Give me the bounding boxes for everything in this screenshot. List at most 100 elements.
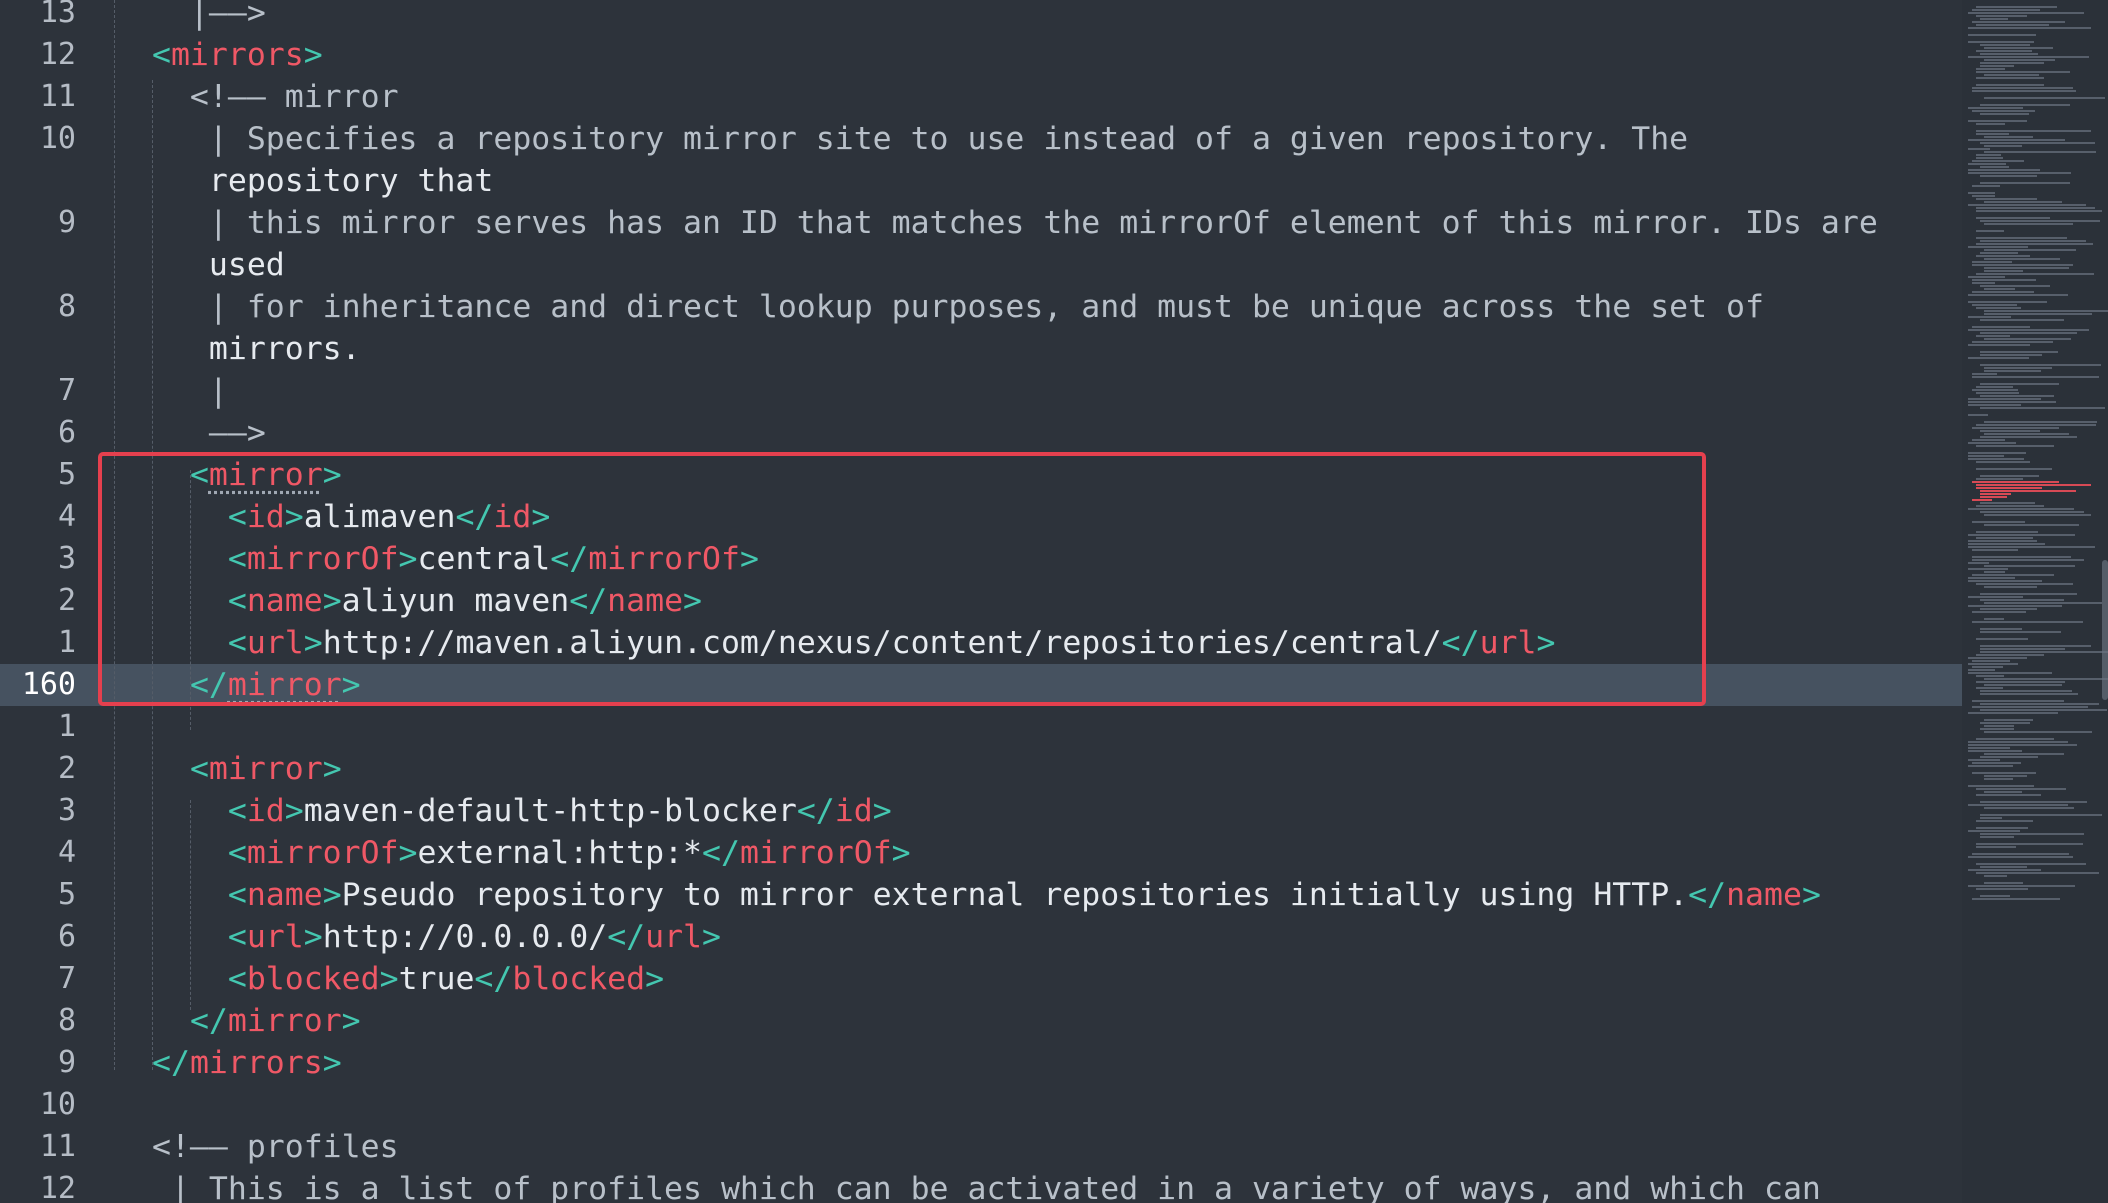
minimap-line	[1980, 648, 2065, 650]
minimap-line	[1968, 546, 2095, 548]
code-editor[interactable]: 13 |——> 12 <mirrors> 11 <!—— mirror 10 | Spe…	[0, 0, 1962, 1203]
minimap-line	[1976, 820, 2033, 822]
code-line[interactable]: 11 <!—— profiles	[0, 1126, 1962, 1168]
code-line[interactable]: 1	[0, 706, 1962, 748]
indent-guide	[190, 800, 191, 1010]
code-line[interactable]: 1 <url>http://maven.aliyun.com/nexus/con…	[0, 622, 1962, 664]
minimap-line	[1972, 853, 2069, 855]
minimap-line	[1968, 455, 2004, 457]
minimap-line	[1968, 741, 2068, 743]
line-code: </mirrors>	[152, 1045, 342, 1081]
line-number: 6	[57, 919, 76, 954]
line-code: | This is a list of profiles which can b…	[152, 1171, 1821, 1203]
line-number: 5	[57, 457, 76, 492]
line-number: 4	[57, 499, 76, 534]
code-line[interactable]: 8 | for inheritance and direct lookup pu…	[0, 286, 1962, 328]
minimap-line	[1976, 846, 2016, 848]
minimap-line	[1980, 407, 2105, 409]
code-line-current[interactable]: 160 </mirror>	[0, 664, 1962, 706]
minimap-line	[1968, 657, 2027, 659]
code-line[interactable]: 12 | This is a list of profiles which ca…	[0, 1168, 1962, 1203]
minimap-line	[1972, 706, 2088, 708]
minimap-line	[1976, 157, 2003, 159]
minimap-line	[1976, 392, 2019, 394]
code-line[interactable]: used	[0, 244, 1962, 286]
code-line[interactable]: 5 <mirror>	[0, 454, 1962, 496]
minimap-line	[1972, 21, 2065, 23]
line-number: 7	[57, 373, 76, 408]
minimap-line	[1968, 580, 2042, 582]
minimap-line	[1976, 794, 2041, 796]
code-line[interactable]: 6 ——>	[0, 412, 1962, 454]
minimap-line	[1968, 750, 2022, 752]
code-line[interactable]: 2 <name>aliyun maven</name>	[0, 580, 1962, 622]
code-line[interactable]: repository that	[0, 160, 1962, 202]
line-code: <!—— profiles	[152, 1129, 399, 1165]
minimap-line	[1968, 192, 1995, 194]
minimap-line	[1968, 344, 2030, 346]
code-line[interactable]: 4 <id>alimaven</id>	[0, 496, 1962, 538]
minimap-line	[1980, 113, 2029, 115]
code-line[interactable]: 10	[0, 1084, 1962, 1126]
code-line[interactable]: 12 <mirrors>	[0, 34, 1962, 76]
minimap-line	[1980, 502, 2035, 504]
code-line[interactable]: 2 <mirror>	[0, 748, 1962, 790]
indent-guide	[114, 0, 115, 1070]
minimap-line	[1968, 543, 2045, 545]
code-line[interactable]: 13 |——>	[0, 0, 1962, 34]
code-line[interactable]: 7 |	[0, 370, 1962, 412]
code-line[interactable]: 4 <mirrorOf>external:http:*</mirrorOf>	[0, 832, 1962, 874]
code-line[interactable]: 9 | this mirror serves has an ID that ma…	[0, 202, 1962, 244]
line-code: </mirror>	[189, 1003, 361, 1039]
minimap-line	[1976, 84, 2044, 86]
minimap-line	[1976, 484, 2091, 486]
line-code: | Specifies a repository mirror site to …	[152, 121, 1689, 157]
code-line[interactable]: mirrors.	[0, 328, 1962, 370]
line-number: 5	[57, 877, 76, 912]
minimap-line	[1968, 804, 2068, 806]
minimap-line	[1976, 198, 2037, 200]
minimap[interactable]	[1962, 0, 2108, 1203]
scrollbar-track[interactable]	[2102, 0, 2108, 1203]
indent-guide	[152, 80, 153, 1070]
line-number: 11	[39, 1129, 76, 1164]
minimap-line	[1976, 50, 2032, 52]
minimap-line	[1980, 285, 2050, 287]
minimap-line	[1968, 169, 2040, 171]
minimap-line	[1976, 461, 2030, 463]
code-line[interactable]: 11 <!—— mirror	[0, 76, 1962, 118]
minimap-line	[1972, 666, 2003, 668]
minimap-line	[1972, 427, 2059, 429]
code-line[interactable]: 5 <name>Pseudo repository to mirror exte…	[0, 874, 1962, 916]
minimap-line	[1980, 18, 2008, 20]
minimap-line	[1980, 65, 2014, 67]
minimap-line	[1976, 210, 2102, 212]
minimap-line	[1976, 788, 2066, 790]
minimap-line	[1984, 731, 2092, 733]
minimap-line	[1976, 445, 2054, 447]
minimap-line	[1968, 12, 2084, 14]
code-line[interactable]: 6 <url>http://0.0.0.0/</url>	[0, 916, 1962, 958]
minimap-line	[1980, 756, 2038, 758]
code-line[interactable]: 3 <mirrorOf>central</mirrorOf>	[0, 538, 1962, 580]
code-line[interactable]: 9 </mirrors>	[0, 1042, 1962, 1084]
minimap-line	[1968, 605, 2062, 607]
minimap-line	[1976, 681, 2065, 683]
minimap-line	[1984, 249, 2076, 251]
code-line[interactable]: 10 | Specifies a repository mirror site …	[0, 118, 1962, 160]
minimap-line	[1972, 326, 2030, 328]
minimap-line	[1984, 74, 2039, 76]
minimap-line	[1976, 583, 2073, 585]
minimap-line	[1984, 97, 2105, 99]
minimap-line	[1968, 568, 2008, 570]
minimap-line	[1968, 744, 2077, 746]
code-line[interactable]: 8 </mirror>	[0, 1000, 1962, 1042]
minimap-line	[1976, 738, 2054, 740]
line-code: ——>	[152, 415, 266, 451]
minimap-line	[1968, 534, 2075, 536]
line-number: 9	[57, 205, 76, 240]
minimap-line	[1976, 505, 2044, 507]
code-line[interactable]: 7 <blocked>true</blocked>	[0, 958, 1962, 1000]
minimap-line	[1984, 678, 2108, 680]
code-line[interactable]: 3 <id>maven-default-http-blocker</id>	[0, 790, 1962, 832]
